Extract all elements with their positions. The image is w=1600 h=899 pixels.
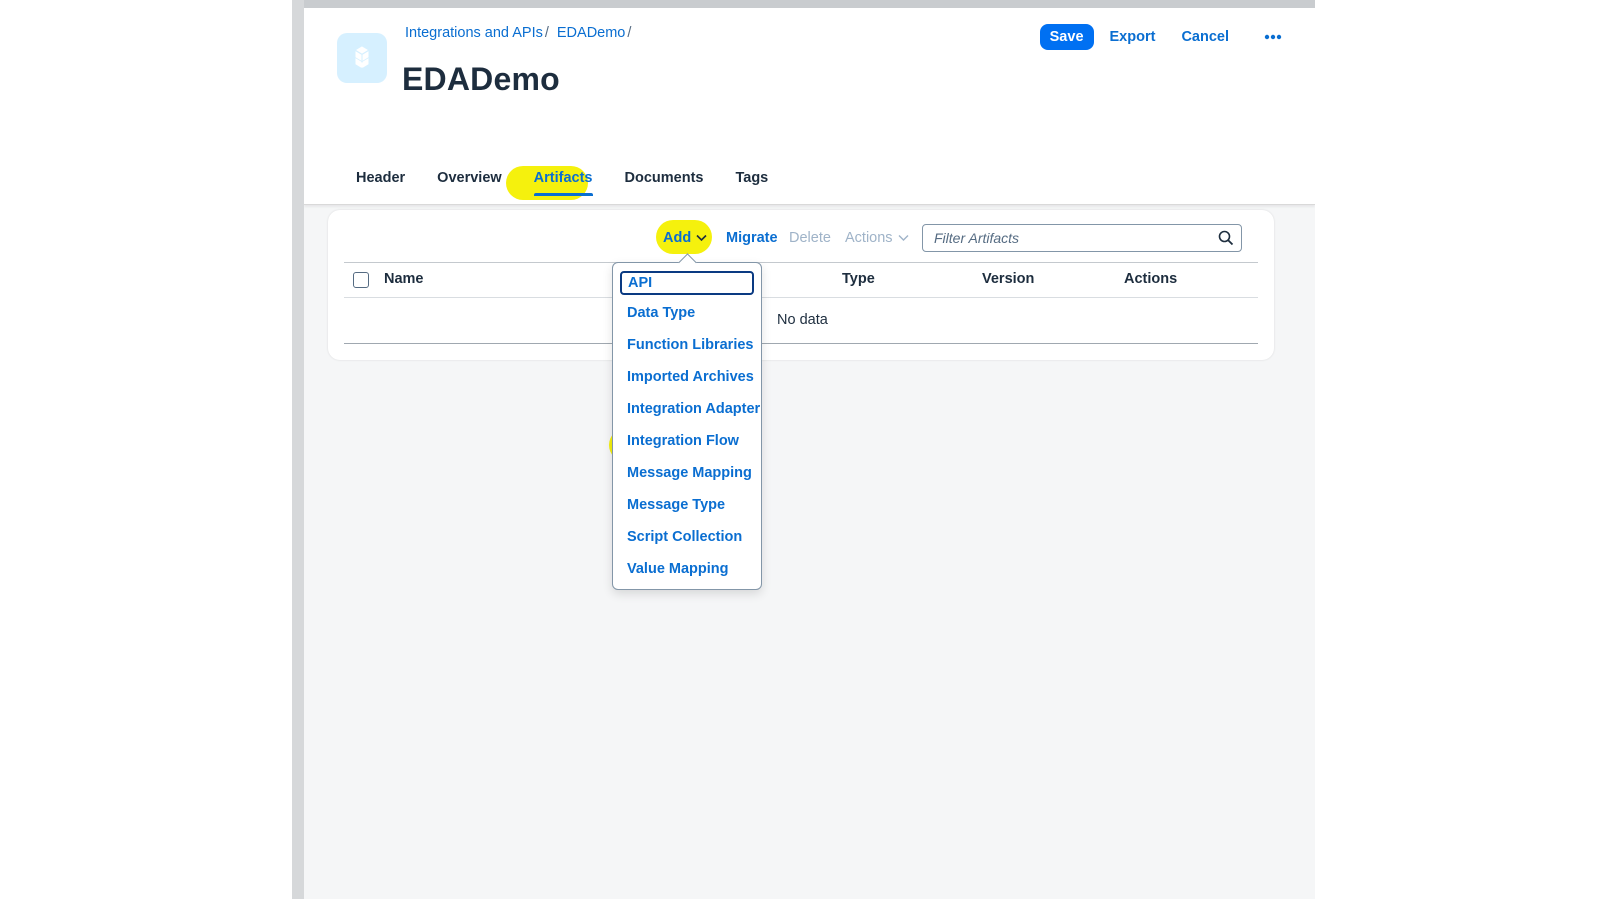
search-icon[interactable] (1211, 226, 1241, 250)
save-button[interactable]: Save (1039, 24, 1094, 50)
artifacts-table-card: Add Migrate Delete Actions Filter Artifa… (328, 210, 1274, 360)
cancel-button[interactable]: Cancel (1171, 24, 1239, 50)
actions-button-label: Actions (845, 230, 893, 246)
tab-header[interactable]: Header (356, 162, 421, 200)
tab-artifacts[interactable]: Artifacts (518, 162, 609, 200)
delete-button[interactable]: Delete (789, 230, 831, 246)
breadcrumb: Integrations and APIs / EDADemo / (405, 25, 639, 41)
menu-item-integration-flow[interactable]: Integration Flow (627, 433, 739, 449)
add-button-label: Add (663, 230, 692, 246)
menu-item-api[interactable]: API (620, 271, 754, 295)
menu-item-value-mapping[interactable]: Value Mapping (627, 561, 729, 577)
column-header-version[interactable]: Version (982, 271, 1034, 287)
add-menu-button[interactable]: Add (663, 230, 707, 246)
breadcrumb-link-integrations[interactable]: Integrations and APIs (405, 25, 543, 41)
select-all-checkbox[interactable] (353, 272, 369, 288)
menu-item-integration-adapter[interactable]: Integration Adapter (627, 401, 760, 417)
menu-item-imported-archives[interactable]: Imported Archives (627, 369, 754, 385)
column-header-name[interactable]: Name (384, 271, 424, 287)
app-container: Integrations and APIs / EDADemo / EDADemo S… (304, 8, 1315, 899)
tab-bar: Header Overview Artifacts Documents Tags (356, 162, 784, 200)
filter-artifacts-input[interactable] (932, 229, 1211, 247)
migrate-button[interactable]: Migrate (726, 230, 778, 246)
tab-overview[interactable]: Overview (421, 162, 518, 200)
actions-menu-button[interactable]: Actions (845, 230, 909, 246)
filter-artifacts-field (922, 224, 1242, 252)
menu-item-function-libraries[interactable]: Function Libraries (627, 337, 754, 353)
breadcrumb-separator: / (544, 25, 549, 41)
artifacts-toolbar: Add Migrate Delete Actions (328, 220, 1274, 256)
add-dropdown-menu: API Data Type Function Libraries Importe… (612, 253, 762, 590)
tab-documents[interactable]: Documents (609, 162, 720, 200)
page-title: EDADemo (402, 61, 560, 97)
breadcrumb-link-edademo[interactable]: EDADemo (557, 25, 626, 41)
column-header-actions: Actions (1124, 271, 1178, 287)
chevron-down-icon (898, 230, 909, 246)
menu-item-message-type[interactable]: Message Type (627, 497, 725, 513)
table-header-row: Name Type Version Actions (344, 262, 1258, 298)
object-page-header: Integrations and APIs / EDADemo / EDADemo S… (304, 8, 1315, 205)
more-horizontal-icon[interactable] (1245, 24, 1301, 50)
table-empty-row: No data (344, 296, 1258, 344)
export-button[interactable]: Export (1100, 24, 1166, 50)
menu-item-script-collection[interactable]: Script Collection (627, 529, 742, 545)
header-actions: Save Export Cancel (1039, 24, 1301, 50)
no-data-text: No data (777, 312, 828, 328)
window-left-border (292, 0, 304, 899)
column-header-type[interactable]: Type (842, 271, 875, 287)
window-top-border (292, 0, 1315, 8)
menu-item-message-mapping[interactable]: Message Mapping (627, 465, 752, 481)
tab-tags[interactable]: Tags (719, 162, 784, 200)
menu-item-data-type[interactable]: Data Type (627, 305, 695, 321)
breadcrumb-separator: / (627, 25, 632, 41)
chevron-down-icon (696, 230, 707, 246)
package-icon (337, 33, 387, 83)
